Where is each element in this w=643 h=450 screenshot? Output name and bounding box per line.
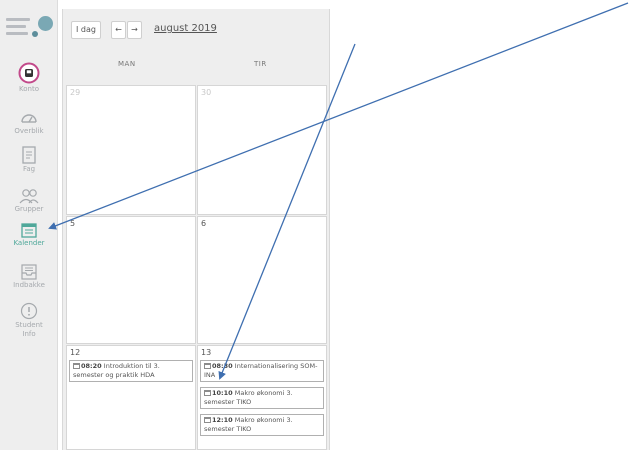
sidebar-item-grupper[interactable]: Grupper	[0, 188, 58, 214]
sidebar-item-label: Overblik	[14, 127, 44, 135]
info-icon	[20, 302, 38, 320]
event-time: 08:30	[212, 362, 233, 370]
calendar-panel: I dag ← → august 2019 MAN TIR 29 30 5 6 …	[62, 9, 330, 450]
day-number: 5	[70, 219, 76, 228]
logo	[4, 14, 54, 44]
sidebar-item-label: Grupper	[14, 205, 44, 213]
calendar-icon	[204, 417, 211, 423]
calendar-event[interactable]: 08:20 Introduktion til 3. semester og pr…	[69, 360, 193, 382]
calendar-day-cell[interactable]: 30	[197, 85, 327, 215]
event-time: 12:10	[212, 416, 233, 424]
sidebar-item-student-info[interactable]: Student Info	[0, 302, 58, 339]
day-number: 12	[70, 348, 81, 357]
calendar-icon	[204, 363, 211, 369]
event-time: 08:20	[81, 362, 102, 370]
sidebar-item-label: Student Info	[15, 321, 43, 338]
calendar-day-cell[interactable]: 13 08:30 Internationalisering SOM-INA 10…	[197, 345, 327, 450]
event-time: 10:10	[212, 389, 233, 397]
inbox-icon	[21, 264, 37, 280]
groups-icon	[19, 189, 39, 204]
calendar-event[interactable]: 12:10 Makro økonomi 3. semester TIKO	[200, 414, 324, 436]
sidebar-item-label: Fag	[22, 165, 36, 173]
day-headers: MAN TIR	[63, 53, 329, 77]
day-number: 30	[201, 88, 212, 97]
day-number: 29	[70, 88, 81, 97]
calendar-event[interactable]: 10:10 Makro økonomi 3. semester TIKO	[200, 387, 324, 409]
today-button[interactable]: I dag	[71, 21, 101, 39]
calendar-toolbar: I dag ← → august 2019	[63, 9, 329, 53]
day-number: 6	[201, 219, 207, 228]
day-header-tuesday: TIR	[254, 60, 267, 68]
day-number: 13	[201, 348, 212, 357]
prev-month-button[interactable]: ←	[111, 21, 126, 39]
dashboard-icon	[21, 114, 37, 123]
sidebar-item-fag[interactable]: Fag	[0, 146, 58, 174]
calendar-day-cell[interactable]: 5	[66, 216, 196, 344]
sidebar-item-indbakke[interactable]: Indbakke	[0, 264, 58, 290]
next-month-button[interactable]: →	[127, 21, 142, 39]
courses-icon	[22, 146, 36, 164]
account-icon	[18, 62, 40, 84]
sidebar-item-konto[interactable]: Konto	[0, 62, 58, 94]
sidebar-item-label: Konto	[19, 85, 39, 93]
calendar-icon	[21, 223, 37, 238]
calendar-day-cell[interactable]: 6	[197, 216, 327, 344]
month-title-link[interactable]: august 2019	[154, 23, 217, 34]
calendar-day-cell[interactable]: 12 08:20 Introduktion til 3. semester og…	[66, 345, 196, 450]
sidebar-item-kalender[interactable]: Kalender	[0, 222, 58, 248]
calendar-event[interactable]: 08:30 Internationalisering SOM-INA	[200, 360, 324, 382]
sidebar-item-overblik[interactable]: Overblik	[0, 110, 58, 136]
calendar-icon	[73, 363, 80, 369]
sidebar-item-label: Indbakke	[13, 281, 45, 289]
calendar-day-cell[interactable]: 29	[66, 85, 196, 215]
day-header-monday: MAN	[118, 60, 136, 68]
sidebar-item-label: Kalender	[13, 239, 45, 247]
sidebar: Konto Overblik Fag Grupper Kalender Indb…	[0, 0, 58, 450]
calendar-icon	[204, 390, 211, 396]
